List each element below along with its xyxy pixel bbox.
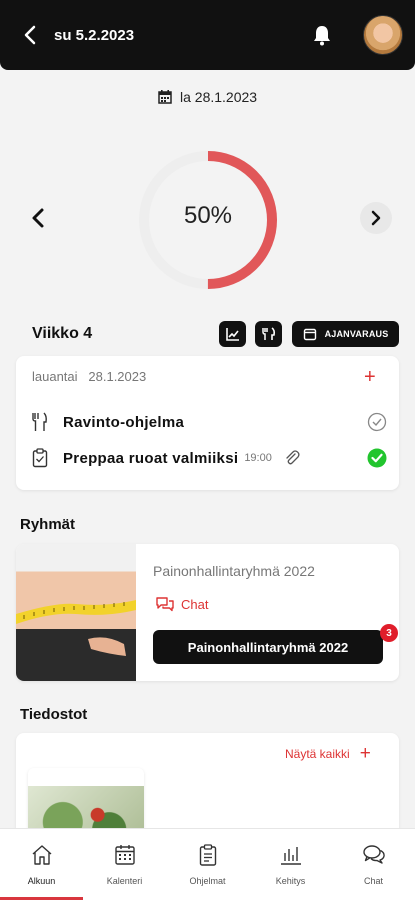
selected-date[interactable]: la 28.1.2023 <box>158 89 257 105</box>
day-date-label: 28.1.2023 <box>88 369 147 384</box>
add-task-button[interactable]: + <box>364 366 376 389</box>
measuring-tape-illustration <box>16 600 136 656</box>
bar-chart-icon <box>280 847 301 865</box>
tab-progress[interactable]: Kehitys <box>249 829 332 900</box>
selected-date-label: la 28.1.2023 <box>180 89 258 105</box>
unread-badge: 3 <box>380 624 398 642</box>
chevron-right-icon <box>371 210 381 226</box>
groups-section-title: Ryhmät <box>20 516 76 533</box>
task-name: Ravinto-ohjelma <box>63 413 185 431</box>
home-icon <box>32 845 51 865</box>
tab-label: Kehitys <box>275 876 306 886</box>
clipboard-icon <box>199 844 216 866</box>
task-name: Preppaa ruoat valmiiksi <box>63 449 239 467</box>
chat-bubbles-icon <box>156 597 174 612</box>
files-section-title: Tiedostot <box>20 706 88 723</box>
next-day-button[interactable] <box>360 202 392 234</box>
tab-label: Ohjelmat <box>189 876 226 886</box>
user-avatar[interactable] <box>363 15 403 55</box>
tab-chat[interactable]: Chat <box>332 829 415 900</box>
group-image <box>16 544 136 681</box>
task-item[interactable]: Ravinto-ohjelma <box>32 410 387 434</box>
show-all-files-link[interactable]: Näytä kaikki + <box>285 743 371 765</box>
progress-chart-button[interactable] <box>219 321 246 347</box>
attachment-icon[interactable] <box>284 450 300 466</box>
progress-percent: 50% <box>183 202 233 229</box>
open-group-button[interactable]: Painonhallintaryhmä 2022 <box>153 630 383 664</box>
fork-knife-icon <box>32 412 47 431</box>
tab-calendar[interactable]: Kalenteri <box>83 829 166 900</box>
previous-day-button[interactable] <box>28 204 48 232</box>
nutrition-button[interactable] <box>255 321 282 347</box>
top-bar: su 5.2.2023 <box>0 0 415 70</box>
calendar-icon <box>303 328 316 341</box>
tab-label: Alkuun <box>27 876 56 886</box>
add-file-button[interactable]: + <box>360 743 371 765</box>
notification-bell-icon[interactable] <box>312 24 332 46</box>
line-chart-icon <box>225 328 239 341</box>
fork-knife-icon <box>261 327 275 340</box>
group-chat-link[interactable]: Chat <box>155 596 208 612</box>
tab-home[interactable]: Alkuun <box>0 829 83 900</box>
tab-label: Chat <box>363 876 383 886</box>
back-arrow-icon[interactable] <box>22 24 38 46</box>
task-item[interactable]: Preppaa ruoat valmiiksi 19:00 <box>32 446 387 470</box>
weekday-label: lauantai <box>32 369 78 384</box>
week-label: Viikko 4 <box>32 325 93 342</box>
show-all-label: Näytä kaikki <box>285 747 350 761</box>
chat-bubbles-icon <box>362 845 385 864</box>
booking-button[interactable]: AJANVARAUS <box>292 321 399 347</box>
group-name: Painonhallintaryhmä 2022 <box>153 563 315 579</box>
task-done-check-icon[interactable] <box>367 448 387 468</box>
day-header: lauantai 28.1.2023 <box>32 369 146 384</box>
header-date-title: su 5.2.2023 <box>54 27 135 44</box>
tab-programs[interactable]: Ohjelmat <box>166 829 249 900</box>
task-pending-check-icon[interactable] <box>367 412 387 432</box>
group-card[interactable]: Painonhallintaryhmä 2022 Chat Painonhall… <box>16 544 399 681</box>
tab-label: Kalenteri <box>106 876 143 886</box>
booking-label: AJANVARAUS <box>324 329 389 339</box>
clipboard-icon <box>32 448 48 468</box>
day-card: lauantai 28.1.2023 + Ravinto-ohjelma Pre… <box>16 356 399 490</box>
group-chat-label: Chat <box>181 596 209 612</box>
calendar-icon <box>114 845 135 865</box>
calendar-icon <box>158 90 172 104</box>
bottom-tab-bar: Alkuun Kalenteri Ohjelmat Kehitys Chat <box>0 828 415 900</box>
task-time: 19:00 <box>244 452 272 464</box>
